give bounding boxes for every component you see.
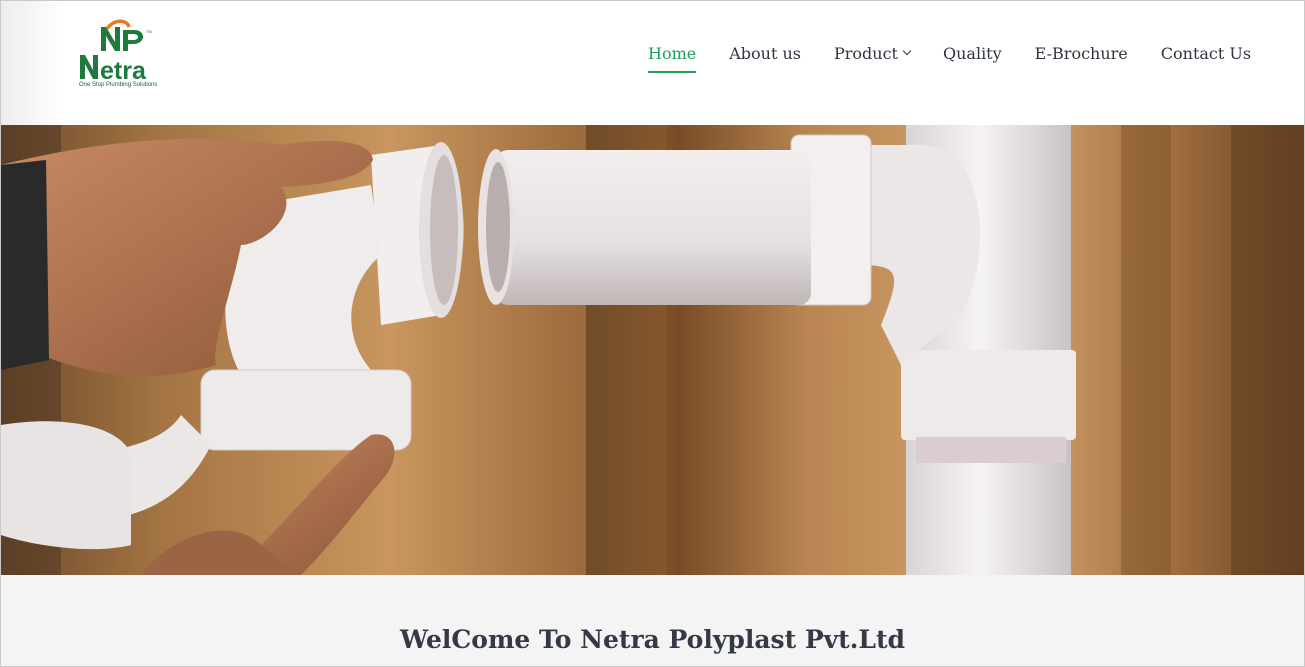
svg-text:TM: TM [146, 29, 152, 34]
nav-product[interactable]: Product [834, 43, 912, 65]
browser-viewport: TM etra One Stop Plumbing Solutions Home… [0, 0, 1305, 667]
nav-e-brochure[interactable]: E-Brochure [1035, 43, 1128, 65]
site-logo[interactable]: TM etra [77, 19, 177, 91]
hero-banner [1, 125, 1304, 575]
logo-tagline: One Stop Plumbing Solutions [79, 82, 158, 88]
welcome-section: WelCome To Netra Polyplast Pvt.Ltd [1, 575, 1304, 666]
header-shade [1, 1, 61, 125]
logo-wordmark: etra [100, 57, 147, 85]
nav-product-label: Product [834, 44, 898, 63]
nav-quality[interactable]: Quality [943, 43, 1002, 65]
hero-image [1, 125, 1304, 575]
main-nav: Home About us Product Quality E-Brochure… [648, 43, 1251, 73]
netra-logo-icon: TM etra [80, 19, 152, 85]
welcome-title: WelCome To Netra Polyplast Pvt.Ltd [399, 625, 906, 654]
site-header: TM etra One Stop Plumbing Solutions Home… [1, 1, 1304, 125]
nav-home[interactable]: Home [648, 43, 697, 73]
chevron-down-icon [902, 46, 912, 56]
nav-about-us[interactable]: About us [729, 43, 801, 65]
nav-contact-us[interactable]: Contact Us [1161, 43, 1251, 65]
